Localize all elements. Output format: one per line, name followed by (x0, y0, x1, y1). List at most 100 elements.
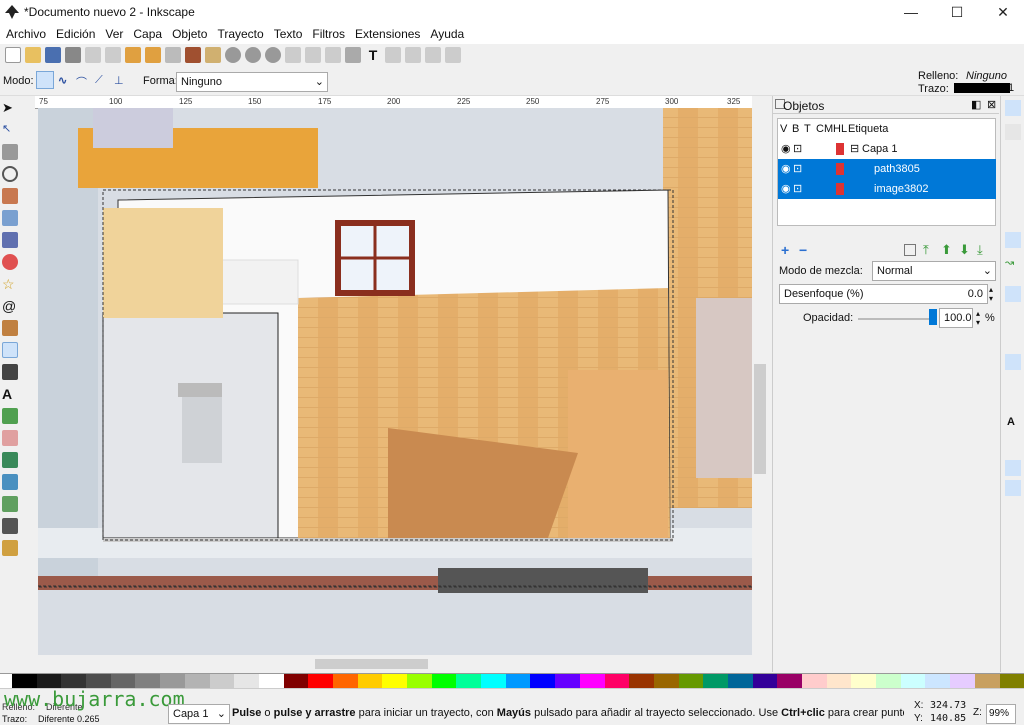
palette-swatch[interactable] (826, 674, 852, 688)
zoom-drawing-icon[interactable] (245, 47, 261, 63)
document-properties-icon[interactable] (445, 47, 461, 63)
vertical-scroll-thumb[interactable] (754, 364, 766, 474)
paint-bucket-tool-icon[interactable] (2, 452, 18, 468)
zoom-page-icon[interactable] (265, 47, 281, 63)
layer-select[interactable]: Capa 1 ⌄ (168, 704, 230, 724)
stroke-swatch[interactable] (954, 83, 1010, 93)
print-icon[interactable] (65, 47, 81, 63)
palette-swatch[interactable] (752, 674, 778, 688)
menu-ayuda[interactable]: Ayuda (427, 24, 467, 44)
open-icon[interactable] (25, 47, 41, 63)
palette-swatch[interactable] (184, 674, 210, 688)
duplicate-icon[interactable] (285, 47, 301, 63)
snap-path-icon[interactable]: ↝ (1005, 256, 1014, 269)
3dbox-tool-icon[interactable] (2, 232, 18, 248)
no-color-swatch[interactable] (0, 674, 12, 688)
close-button[interactable]: ✕ (980, 0, 1024, 24)
regular-bezier-mode-icon[interactable] (36, 71, 54, 89)
palette-swatch[interactable] (629, 674, 654, 688)
maximize-button[interactable]: ☐ (934, 0, 980, 24)
palette-swatch[interactable] (999, 674, 1024, 688)
pencil-tool-icon[interactable] (2, 320, 18, 336)
horizontal-scroll-thumb[interactable] (315, 659, 428, 669)
zoom-tool-icon[interactable] (2, 166, 18, 182)
palette-swatch[interactable] (703, 674, 728, 688)
snap-toggle-icon[interactable] (1005, 100, 1021, 116)
palette-swatch[interactable] (61, 674, 87, 688)
close-icon[interactable]: ⊠ (987, 98, 996, 111)
menu-archivo[interactable]: Archivo (3, 24, 49, 44)
palette-swatch[interactable] (802, 674, 827, 688)
tweak-tool-icon[interactable] (2, 144, 18, 160)
column-header[interactable]: Etiqueta (848, 123, 888, 135)
palette-swatch[interactable] (900, 674, 926, 688)
text-font-icon[interactable]: T (365, 47, 381, 63)
connector-tool-icon[interactable] (2, 540, 18, 556)
column-header[interactable]: V (780, 123, 787, 135)
zoom-field[interactable]: 99% (986, 704, 1016, 724)
palette-swatch[interactable] (382, 674, 407, 688)
zigzag-mode-icon[interactable]: ⟋ (95, 74, 109, 88)
visible-eye-icon[interactable]: ◉ (781, 159, 791, 179)
snap-text-baseline-icon[interactable]: A (1007, 416, 1015, 428)
palette-swatch[interactable] (925, 674, 951, 688)
palette-swatch[interactable] (876, 674, 901, 688)
gradient-tool-icon[interactable] (2, 474, 18, 490)
opacity-slider[interactable] (858, 318, 934, 320)
lock-icon[interactable]: ⊡ (793, 139, 802, 159)
palette-swatch[interactable] (12, 674, 37, 688)
shape-select[interactable]: Ninguno ⌄ (176, 72, 328, 92)
column-header[interactable]: T (804, 123, 811, 135)
remove-icon[interactable]: − (799, 242, 807, 258)
menu-filtros[interactable]: Filtros (309, 24, 348, 44)
zoom-selection-icon[interactable] (225, 47, 241, 63)
palette-swatch[interactable] (308, 674, 333, 688)
tree-row-layer[interactable]: ◉ ⊡ ⊟ Capa 1 (778, 139, 996, 159)
snap-grid-icon[interactable] (1005, 460, 1021, 476)
palette-swatch[interactable] (431, 674, 457, 688)
palette-swatch[interactable] (555, 674, 580, 688)
menu-texto[interactable]: Texto (271, 24, 306, 44)
highlight-color-icon[interactable] (836, 163, 844, 175)
raise-icon[interactable]: ⬆ (941, 242, 952, 258)
palette-swatch[interactable] (135, 674, 161, 688)
pen-tool-icon[interactable] (2, 342, 18, 358)
lock-icon[interactable]: ⊡ (793, 159, 802, 179)
menu-objeto[interactable]: Objeto (169, 24, 210, 44)
palette-swatch[interactable] (851, 674, 877, 688)
dropper-tool-icon[interactable] (2, 518, 18, 534)
blur-field[interactable]: Desenfoque (%) 0.0 (779, 284, 988, 304)
ellipse-tool-icon[interactable] (2, 254, 18, 270)
palette-swatch[interactable] (160, 674, 185, 688)
star-tool-icon[interactable]: ☆ (2, 276, 18, 292)
tree-row-image[interactable]: ◉ ⊡ image3802 (778, 179, 996, 199)
palette-swatch[interactable] (481, 674, 506, 688)
raise-to-top-icon[interactable]: ⤒ (923, 242, 929, 258)
cut-icon[interactable] (185, 47, 201, 63)
palette-swatch[interactable] (974, 674, 1000, 688)
group-icon[interactable] (305, 47, 321, 63)
minimize-button[interactable]: — (888, 0, 934, 24)
palette-swatch[interactable] (407, 674, 432, 688)
visible-eye-icon[interactable]: ◉ (781, 139, 791, 159)
opacity-spinner-icon[interactable]: ▴ ▾ (976, 309, 980, 327)
menu-edicion[interactable]: Edición (53, 24, 98, 44)
palette-swatch[interactable] (727, 674, 753, 688)
column-header[interactable]: CM (816, 123, 833, 135)
lock-icon[interactable]: ⊡ (793, 179, 802, 199)
palette-swatch[interactable] (777, 674, 802, 688)
column-header[interactable]: B (792, 123, 799, 135)
highlight-color-icon[interactable] (836, 143, 844, 155)
spiral-tool-icon[interactable]: @ (2, 298, 18, 314)
export-icon[interactable] (105, 47, 121, 63)
snap-guide-icon[interactable] (1005, 480, 1021, 496)
menu-ver[interactable]: Ver (102, 24, 126, 44)
preferences-icon[interactable] (425, 47, 441, 63)
snap-intersection-icon[interactable] (1005, 286, 1021, 302)
palette-swatch[interactable] (357, 674, 383, 688)
text-tool-icon[interactable]: A (2, 386, 18, 402)
palette-swatch[interactable] (950, 674, 975, 688)
snap-nodes-icon[interactable] (1005, 232, 1021, 248)
rectangle-tool-icon[interactable] (2, 210, 18, 226)
paraxial-mode-icon[interactable]: ⊥ (114, 74, 128, 88)
